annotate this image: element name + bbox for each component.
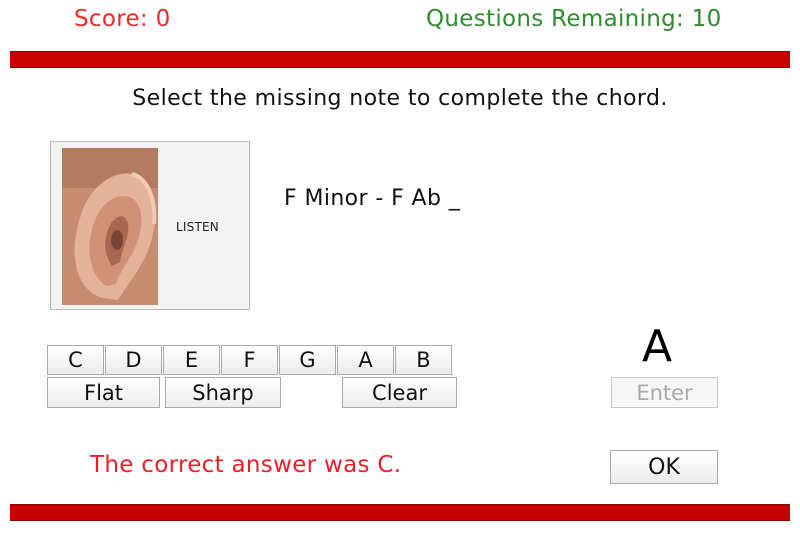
note-button-e[interactable]: E [163, 345, 220, 375]
note-button-b[interactable]: B [395, 345, 452, 375]
enter-button[interactable]: Enter [611, 377, 718, 408]
note-button-c[interactable]: C [47, 345, 104, 375]
selected-note-display: A [642, 321, 673, 372]
ok-button[interactable]: OK [610, 450, 718, 484]
note-button-f[interactable]: F [221, 345, 278, 375]
note-button-a[interactable]: A [337, 345, 394, 375]
clear-button[interactable]: Clear [342, 377, 457, 408]
listen-button[interactable]: LISTEN [50, 141, 250, 310]
bottom-divider-bar [10, 504, 790, 521]
feedback-message: The correct answer was C. [90, 452, 402, 478]
note-button-d[interactable]: D [105, 345, 162, 375]
flat-button[interactable]: Flat [47, 377, 160, 408]
sharp-button[interactable]: Sharp [165, 377, 281, 408]
top-divider-bar [10, 51, 790, 68]
instruction-text: Select the missing note to complete the … [132, 86, 668, 111]
note-button-g[interactable]: G [279, 345, 336, 375]
questions-remaining-label: Questions Remaining: 10 [426, 6, 722, 32]
note-button-row: C D E F G A B [47, 345, 453, 375]
ear-photo [62, 148, 158, 305]
quiz-screen: Score: 0 Questions Remaining: 10 Select … [0, 0, 800, 536]
chord-question: F Minor - F Ab _ [284, 186, 461, 211]
listen-label: LISTEN [176, 220, 219, 234]
score-label: Score: 0 [74, 6, 171, 32]
